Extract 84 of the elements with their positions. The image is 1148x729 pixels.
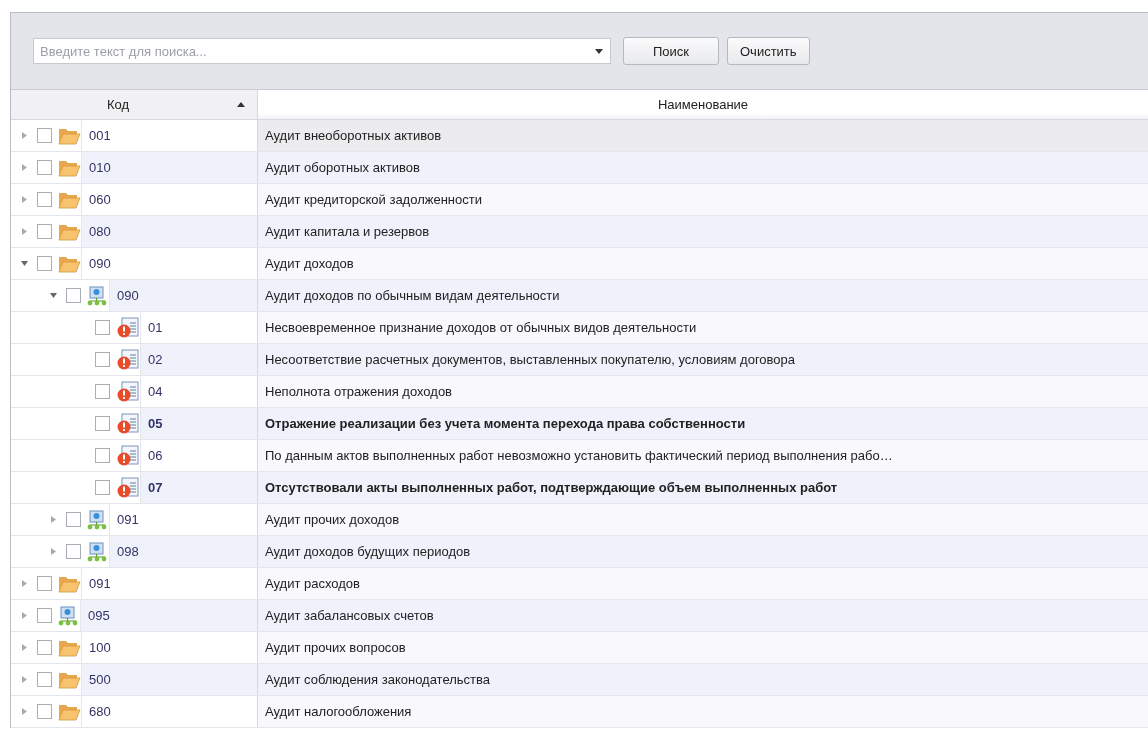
warning-document-icon <box>116 316 140 339</box>
expand-arrow-icon[interactable] <box>20 676 28 683</box>
folder-icon <box>58 126 81 145</box>
checkbox[interactable] <box>37 256 52 271</box>
warning-document-icon <box>116 348 140 371</box>
name-cell[interactable]: По данным актов выполненных работ невозможно установить фактический период выполнения рабо… <box>257 440 1148 471</box>
folder-icon <box>58 702 81 721</box>
toolbar-button[interactable]: Очистить <box>727 37 810 65</box>
checkbox[interactable] <box>66 288 81 303</box>
checkbox[interactable] <box>37 160 52 175</box>
name-cell[interactable]: Аудит забалансовых счетов <box>257 600 1148 631</box>
folder-icon <box>58 158 81 177</box>
code-cell: 090 <box>109 280 257 311</box>
code-cell: 098 <box>109 536 257 567</box>
name-cell[interactable]: Отсутствовали акты выполненных работ, подтверждающие объем выполненных работ <box>257 472 1148 503</box>
code-cell: 095 <box>80 600 257 631</box>
warning-document-icon <box>116 412 140 435</box>
name-cell[interactable]: Аудит доходов будущих периодов <box>257 536 1148 567</box>
code-cell: 05 <box>140 408 257 439</box>
expand-arrow-icon[interactable] <box>49 548 57 555</box>
code-cell: 010 <box>81 152 257 183</box>
checkbox[interactable] <box>37 640 52 655</box>
name-cell[interactable]: Несоответствие расчетных документов, выставленных покупателю, условиям договора <box>257 344 1148 375</box>
folder-icon <box>58 222 81 241</box>
checkbox[interactable] <box>95 352 110 367</box>
checkbox[interactable] <box>66 544 81 559</box>
folder-icon <box>58 574 81 593</box>
checkbox[interactable] <box>95 416 110 431</box>
folder-icon <box>58 670 81 689</box>
name-cell[interactable]: Аудит доходов <box>257 248 1148 279</box>
folder-icon <box>58 254 81 273</box>
toolbar-button[interactable]: Поиск <box>623 37 719 65</box>
checkbox[interactable] <box>37 608 52 623</box>
name-cell[interactable]: Аудит прочих вопросов <box>257 632 1148 663</box>
checkbox[interactable] <box>37 192 52 207</box>
name-cell[interactable]: Аудит налогообложения <box>257 696 1148 727</box>
folder-icon <box>58 190 81 209</box>
warning-document-icon <box>116 444 140 467</box>
dropdown-caret-icon[interactable] <box>595 49 603 54</box>
checkbox[interactable] <box>95 384 110 399</box>
expand-arrow-icon[interactable] <box>20 580 28 587</box>
checkbox[interactable] <box>37 224 52 239</box>
hierarchy-icon <box>87 285 109 306</box>
checkbox[interactable] <box>37 672 52 687</box>
name-cell[interactable]: Аудит соблюдения законодательства <box>257 664 1148 695</box>
name-cell[interactable]: Аудит прочих доходов <box>257 504 1148 535</box>
expand-arrow-icon[interactable] <box>20 708 28 715</box>
expand-arrow-icon[interactable] <box>20 228 28 235</box>
code-cell: 02 <box>140 344 257 375</box>
name-cell[interactable]: Отражение реализации без учета момента перехода права собственности <box>257 408 1148 439</box>
checkbox[interactable] <box>66 512 81 527</box>
code-cell: 080 <box>81 216 257 247</box>
expand-arrow-icon[interactable] <box>20 196 28 203</box>
checkbox[interactable] <box>95 448 110 463</box>
collapse-arrow-icon[interactable] <box>20 260 28 267</box>
code-cell: 07 <box>140 472 257 503</box>
name-cell[interactable]: Аудит внеоборотных активов <box>257 120 1148 151</box>
name-cell[interactable]: Аудит оборотных активов <box>257 152 1148 183</box>
name-cell[interactable]: Аудит доходов по обычным видам деятельности <box>257 280 1148 311</box>
name-cell[interactable]: Аудит расходов <box>257 568 1148 599</box>
name-cell[interactable]: Аудит кредиторской задолженности <box>257 184 1148 215</box>
hierarchy-icon <box>58 605 80 626</box>
collapse-arrow-icon[interactable] <box>49 292 57 299</box>
expand-arrow-icon[interactable] <box>20 612 28 619</box>
checkbox[interactable] <box>95 480 110 495</box>
warning-document-icon <box>116 476 140 499</box>
search-field[interactable]: Введите текст для поиска... <box>33 38 611 64</box>
column-header[interactable]: Наименование <box>258 90 1148 119</box>
hierarchy-icon <box>87 509 109 530</box>
expand-arrow-icon[interactable] <box>20 164 28 171</box>
name-cell[interactable]: Аудит капитала и резервов <box>257 216 1148 247</box>
name-cell[interactable]: Неполнота отражения доходов <box>257 376 1148 407</box>
expand-arrow-icon[interactable] <box>20 644 28 651</box>
name-cell[interactable]: Несвоевременное признание доходов от обычных видов деятельности <box>257 312 1148 343</box>
checkbox[interactable] <box>37 128 52 143</box>
checkbox[interactable] <box>95 320 110 335</box>
checkbox[interactable] <box>37 576 52 591</box>
checkbox[interactable] <box>37 704 52 719</box>
hierarchy-icon <box>87 541 109 562</box>
code-cell: 500 <box>81 664 257 695</box>
expand-arrow-icon[interactable] <box>49 516 57 523</box>
warning-document-icon <box>116 380 140 403</box>
expand-arrow-icon[interactable] <box>20 132 28 139</box>
folder-icon <box>58 638 81 657</box>
